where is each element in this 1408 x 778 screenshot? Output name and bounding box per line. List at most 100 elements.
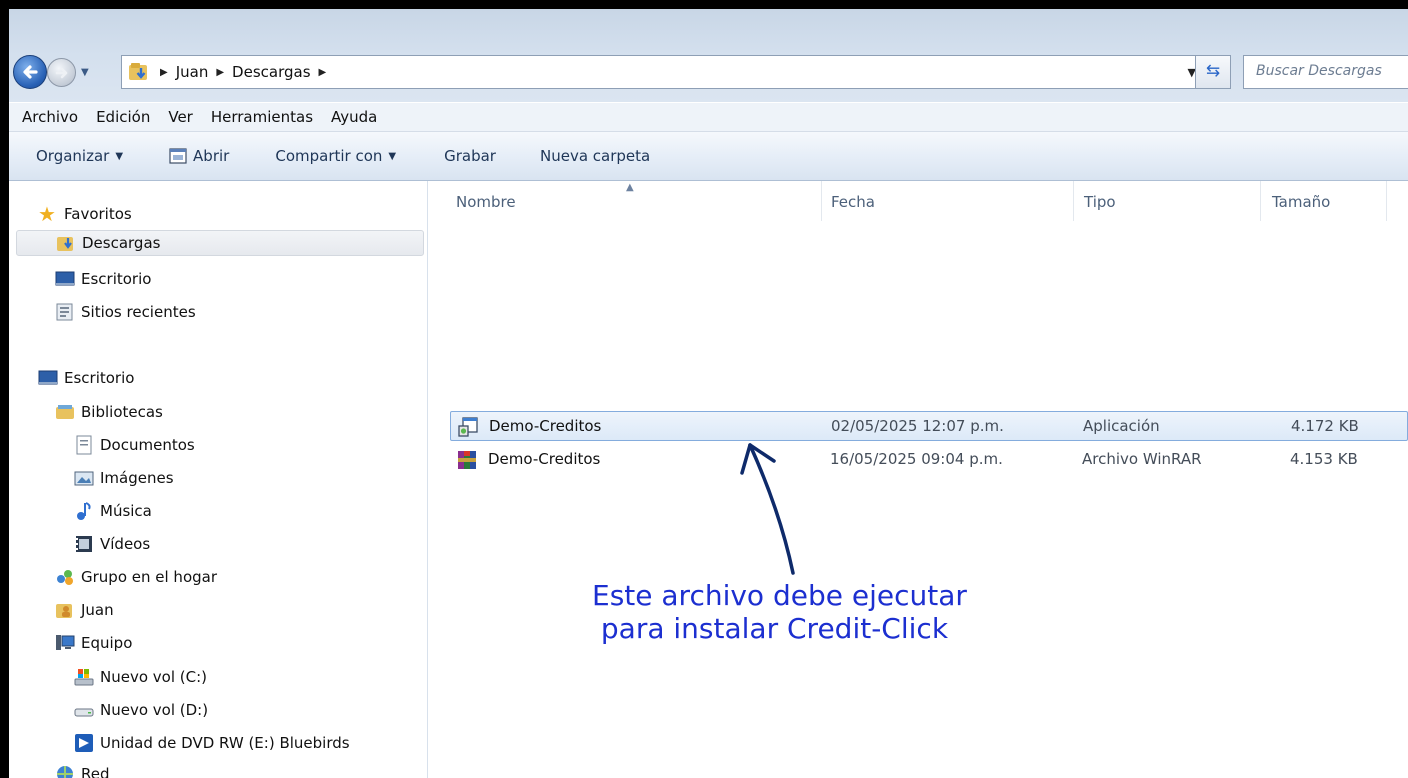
annotation-text: Este archivo debe ejecutar para instalar… (592, 579, 967, 645)
nav-label: Favoritos (64, 205, 132, 223)
sort-ascending-icon: ▲ (626, 182, 634, 193)
back-button[interactable] (13, 55, 47, 89)
file-row[interactable]: Demo-Creditos 16/05/2025 09:04 p.m. Arch… (450, 445, 1408, 475)
nav-dvd[interactable]: Unidad de DVD RW (E:) Bluebirds (74, 730, 350, 756)
column-divider[interactable] (821, 181, 822, 221)
back-arrow-icon (23, 65, 38, 79)
libraries-icon (55, 402, 75, 422)
forward-arrow-icon (55, 67, 68, 79)
recent-places-icon (55, 302, 75, 322)
breadcrumb-juan[interactable]: Juan (176, 63, 209, 81)
burn-button[interactable]: Grabar (444, 147, 496, 165)
homegroup-icon (55, 567, 75, 587)
column-header-type[interactable]: Tipo (1084, 193, 1116, 211)
file-row[interactable]: Demo-Creditos 02/05/2025 12:07 p.m. Apli… (450, 411, 1408, 441)
menu-bar: Archivo Edición Ver Herramientas Ayuda (9, 103, 1408, 132)
nav-escritorio-fav[interactable]: Escritorio (55, 266, 151, 292)
column-header-name[interactable]: Nombre (456, 193, 516, 211)
user-folder-icon (55, 600, 75, 620)
address-box[interactable]: ▶ Juan ▶ Descargas ▶ ▼ (121, 55, 1211, 89)
forward-button[interactable] (47, 58, 76, 87)
desktop-icon (55, 269, 75, 289)
nav-equipo[interactable]: Equipo (55, 630, 132, 656)
new-folder-button[interactable]: Nueva carpeta (540, 147, 650, 165)
nav-label: Grupo en el hogar (81, 568, 217, 586)
annotation-line-2: para instalar Credit-Click (592, 612, 949, 645)
desktop-icon (38, 368, 58, 388)
nav-escritorio[interactable]: Escritorio (38, 365, 134, 391)
nav-favoritos[interactable]: ★ Favoritos (38, 201, 132, 227)
search-input[interactable] (1254, 62, 1408, 80)
menu-herramientas[interactable]: Herramientas (202, 108, 322, 126)
nav-label: Nuevo vol (C:) (100, 668, 207, 686)
installer-icon (458, 417, 478, 437)
column-header-size[interactable]: Tamaño (1272, 193, 1330, 211)
breadcrumb-descargas[interactable]: Descargas (232, 63, 310, 81)
nav-grupo-hogar[interactable]: Grupo en el hogar (55, 564, 217, 590)
recent-pages-dropdown[interactable]: ▼ (81, 67, 89, 78)
nav-label: Documentos (100, 436, 195, 454)
nav-label: Bibliotecas (81, 403, 163, 421)
column-divider[interactable] (1386, 181, 1387, 221)
downloads-folder-icon (129, 63, 147, 80)
nav-videos[interactable]: Vídeos (74, 531, 150, 557)
annotation-line-1: Este archivo debe ejecutar (592, 579, 967, 612)
videos-icon (74, 534, 94, 554)
file-date: 16/05/2025 09:04 p.m. (830, 450, 1003, 468)
file-name: Demo-Creditos (489, 417, 602, 435)
menu-ver[interactable]: Ver (159, 108, 202, 126)
nav-juan[interactable]: Juan (55, 597, 114, 623)
nav-label: Nuevo vol (D:) (100, 701, 209, 719)
network-icon (55, 764, 75, 778)
menu-ayuda[interactable]: Ayuda (322, 108, 386, 126)
breadcrumb-separator[interactable]: ▶ (160, 67, 168, 78)
window-frame-top (0, 0, 1408, 9)
file-size: 4.172 KB (1291, 417, 1359, 435)
refresh-icon: ⇆ (1205, 61, 1221, 81)
chevron-down-icon: ▼ (388, 150, 397, 162)
nav-documentos[interactable]: Documentos (74, 432, 195, 458)
nav-red[interactable]: Red (55, 761, 110, 778)
nav-bibliotecas[interactable]: Bibliotecas (55, 399, 163, 425)
open-button[interactable]: Abrir (169, 147, 229, 165)
column-divider[interactable] (1073, 181, 1074, 221)
nav-label: Red (81, 765, 110, 778)
nav-label: Música (100, 502, 152, 520)
nav-musica[interactable]: Música (74, 498, 152, 524)
nav-label: Escritorio (64, 369, 135, 387)
file-size: 4.153 KB (1290, 450, 1358, 468)
column-header-date[interactable]: Fecha (831, 193, 875, 211)
documents-icon (74, 435, 94, 455)
nav-label: Sitios recientes (81, 303, 196, 321)
chevron-down-icon: ▼ (115, 150, 124, 162)
nav-sitios-recientes[interactable]: Sitios recientes (55, 299, 196, 325)
nav-drive-d[interactable]: Nuevo vol (D:) (74, 697, 208, 723)
organize-button[interactable]: Organizar ▼ (36, 147, 123, 165)
nav-drive-c[interactable]: Nuevo vol (C:) (74, 664, 207, 690)
downloads-folder-icon (56, 233, 76, 253)
breadcrumb-separator[interactable]: ▶ (216, 67, 224, 78)
open-app-icon (169, 148, 187, 164)
nav-descargas[interactable]: Descargas (16, 230, 424, 256)
pictures-icon (74, 468, 94, 488)
breadcrumb-separator[interactable]: ▶ (319, 67, 327, 78)
file-list-pane: ▲ Nombre Fecha Tipo Tamaño Demo-Creditos… (428, 181, 1408, 778)
nav-label: Vídeos (100, 535, 151, 553)
menu-archivo[interactable]: Archivo (9, 108, 87, 126)
refresh-button[interactable]: ⇆ (1195, 55, 1231, 89)
share-button[interactable]: Compartir con ▼ (275, 147, 396, 165)
computer-icon (55, 633, 75, 653)
nav-label: Juan (81, 601, 114, 619)
winrar-icon (458, 451, 476, 469)
nav-imagenes[interactable]: Imágenes (74, 465, 174, 491)
menu-edicion[interactable]: Edición (87, 108, 159, 126)
nav-label: Imágenes (100, 469, 174, 487)
file-date: 02/05/2025 12:07 p.m. (831, 417, 1004, 435)
star-icon: ★ (38, 202, 56, 226)
share-label: Compartir con (275, 147, 383, 165)
organize-label: Organizar (36, 147, 110, 165)
new-folder-label: Nueva carpeta (539, 147, 651, 165)
column-divider[interactable] (1260, 181, 1261, 221)
search-box[interactable] (1243, 55, 1408, 89)
system-drive-icon (74, 667, 94, 687)
